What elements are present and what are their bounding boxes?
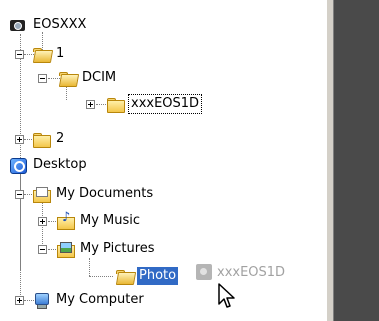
folder-tree-pane[interactable]: EOSXXX 1 DCIM xxxEOS1D 2 Desktop My Docu… — [0, 0, 326, 321]
drag-ghost: xxxEOS1D — [196, 264, 285, 280]
folder-open-icon — [58, 70, 76, 86]
tree-item-xxxeos1d[interactable]: xxxEOS1D — [106, 93, 203, 115]
tree-item-my-computer[interactable]: My Computer — [32, 289, 146, 311]
tree-item-my-pictures[interactable]: My Pictures — [56, 238, 157, 260]
tree-item-my-music[interactable]: My Music — [56, 210, 142, 232]
tree-connector — [89, 276, 113, 277]
tree-item-label: xxxEOS1D — [128, 94, 203, 114]
tree-item-label: My Pictures — [80, 241, 155, 256]
contents-pane — [334, 0, 379, 321]
camera-icon — [9, 17, 27, 33]
collapse-dcim-toggle[interactable] — [38, 74, 47, 83]
camera-icon — [196, 264, 212, 280]
folder-open-icon — [32, 46, 50, 62]
tree-item-label: My Music — [80, 213, 141, 228]
folder-icon — [32, 131, 51, 148]
my-music-icon — [56, 210, 75, 230]
folder-open-icon — [115, 268, 133, 284]
tree-connector — [20, 165, 21, 299]
collapse-1-toggle[interactable] — [15, 50, 24, 59]
tree-item-label: EOSXXX — [33, 17, 87, 32]
tree-item-label: My Computer — [56, 292, 144, 307]
drag-ghost-label: xxxEOS1D — [217, 264, 286, 280]
tree-item-label: Desktop — [33, 157, 87, 172]
folder-icon — [106, 96, 125, 113]
my-computer-icon — [32, 292, 50, 309]
my-documents-icon — [32, 186, 51, 203]
tree-item-label: 2 — [56, 131, 65, 146]
collapse-my-pictures-toggle[interactable] — [38, 245, 47, 254]
tree-item-my-documents[interactable]: My Documents — [32, 183, 155, 205]
my-pictures-icon — [56, 241, 75, 258]
tree-item-label: My Documents — [56, 186, 154, 201]
tree-item-2[interactable]: 2 — [32, 128, 66, 150]
tree-item-label: DCIM — [82, 70, 117, 85]
expand-my-music-toggle[interactable] — [38, 217, 47, 226]
tree-item-label: Photo — [137, 267, 179, 285]
tree-item-1[interactable]: 1 — [32, 43, 66, 65]
expand-my-computer-toggle[interactable] — [15, 296, 24, 305]
tree-item-desktop[interactable]: Desktop — [9, 154, 89, 176]
tree-item-photo[interactable]: Photo — [115, 265, 179, 287]
tree-item-dcim[interactable]: DCIM — [58, 67, 118, 89]
expand-2-toggle[interactable] — [15, 135, 24, 144]
collapse-my-documents-toggle[interactable] — [15, 190, 24, 199]
expand-xxxeos1d-toggle[interactable] — [86, 100, 95, 109]
desktop-icon — [9, 157, 27, 174]
tree-item-label: 1 — [56, 46, 65, 61]
pane-splitter[interactable] — [326, 0, 334, 321]
mouse-pointer-icon — [218, 283, 235, 308]
tree-item-eosxxx[interactable]: EOSXXX — [9, 14, 88, 36]
tree-connector — [89, 258, 90, 276]
